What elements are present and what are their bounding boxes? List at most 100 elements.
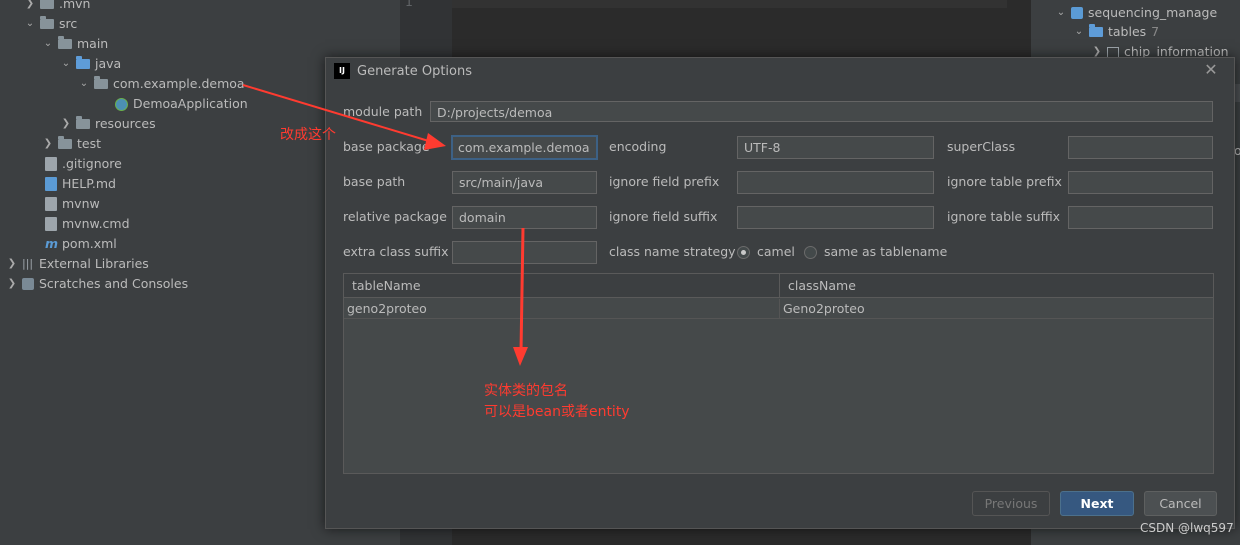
chevron-right-icon[interactable]: ❯ [61,114,71,134]
cancel-button[interactable]: Cancel [1144,491,1217,516]
tree-item-label: main [77,36,109,51]
close-icon[interactable]: ✕ [1201,60,1221,80]
folder-icon [40,16,54,29]
cmd-file-icon [45,217,57,231]
folder-icon [1089,24,1103,37]
intellij-logo-icon: IJ [334,63,350,79]
ignore-table-suffix-field[interactable] [1068,206,1213,229]
ignore-field-prefix-label: ignore field prefix [609,174,720,189]
db-tables-node[interactable]: ⌄ tables 7 [1074,22,1159,42]
module-path-label: module path [343,104,423,119]
current-line-highlight [452,0,1007,8]
shell-file-icon [45,197,57,211]
tree-item-package[interactable]: ⌄ com.example.demoa [79,74,245,94]
dialog-titlebar[interactable]: IJ Generate Options ✕ [326,58,1234,86]
ignore-field-suffix-label: ignore field suffix [609,209,718,224]
tree-item-label: mvnw.cmd [62,216,130,231]
ignore-table-prefix-field[interactable] [1068,171,1213,194]
chevron-down-icon[interactable]: ⌄ [1074,22,1084,42]
markdown-file-icon [45,177,57,191]
superclass-field[interactable] [1068,136,1213,159]
column-header-tablename[interactable]: tableName [344,274,780,298]
tree-item-mvnw[interactable]: mvnw [45,194,100,214]
folder-icon [58,136,72,149]
camel-radio[interactable] [737,246,750,259]
encoding-label: encoding [609,139,667,154]
annotation-entity-package-line1: 实体类的包名 [484,383,568,399]
resources-folder-icon [76,116,90,129]
extra-class-suffix-label: extra class suffix [343,244,449,259]
chevron-down-icon[interactable]: ⌄ [25,14,35,34]
generate-options-dialog: IJ Generate Options ✕ module path D:/pro… [325,57,1235,529]
tree-item-pom-xml[interactable]: m pom.xml [45,234,117,254]
tree-item-label: resources [95,116,156,131]
annotation-entity-package-line2: 可以是bean或者entity [484,404,630,420]
tree-item-external-libraries[interactable]: ❯ ||| External Libraries [7,254,149,274]
extra-class-suffix-field[interactable] [452,241,597,264]
tree-item-label: mvnw [62,196,100,211]
source-folder-icon [76,56,90,69]
gitignore-file-icon [45,157,57,171]
tree-item-main[interactable]: ⌄ main [43,34,108,54]
tree-item-src[interactable]: ⌄ src [25,14,77,34]
tables-grid[interactable]: tableName className geno2proteo Geno2pro… [343,273,1214,474]
class-name-strategy-label: class name strategy [609,244,736,259]
relative-package-field[interactable]: domain [452,206,597,229]
dialog-title: Generate Options [357,64,473,79]
tree-item-label: External Libraries [39,256,149,271]
module-path-field[interactable]: D:/projects/demoa [430,101,1213,122]
base-path-field[interactable]: src/main/java [452,171,597,194]
tree-item-demoa-application[interactable]: DemoaApplication [115,94,248,114]
schema-label: sequencing_manage [1088,5,1218,20]
tree-item-test[interactable]: ❯ test [43,134,101,154]
base-path-label: base path [343,174,406,189]
next-button[interactable]: Next [1060,491,1134,516]
superclass-label: superClass [947,139,1016,154]
tree-item-java[interactable]: ⌄ java [61,54,121,74]
chevron-down-icon[interactable]: ⌄ [79,74,89,94]
schema-icon [1071,7,1083,19]
tree-item-resources[interactable]: ❯ resources [61,114,156,134]
tree-item-label: test [77,136,102,151]
relative-package-label: relative package [343,209,447,224]
base-package-label: base package [343,139,430,154]
tables-count: 7 [1151,24,1160,39]
folder-icon [58,36,72,49]
package-icon [94,76,108,89]
chevron-right-icon[interactable]: ❯ [43,134,53,154]
encoding-field[interactable]: UTF-8 [737,136,934,159]
chevron-right-icon[interactable]: ❯ [25,0,35,14]
line-number: 1 [405,0,413,9]
previous-button[interactable]: Previous [972,491,1050,516]
tree-item-mvnw-cmd[interactable]: mvnw.cmd [45,214,130,234]
column-header-classname[interactable]: className [780,274,1213,298]
tree-item-label: Scratches and Consoles [39,276,189,291]
ignore-table-prefix-label: ignore table prefix [947,174,1062,189]
table-cell-tablename[interactable]: geno2proteo [344,299,780,319]
chevron-down-icon[interactable]: ⌄ [61,54,71,74]
folder-icon [40,0,54,9]
tree-item-label: DemoaApplication [133,96,248,111]
chevron-right-icon[interactable]: ❯ [7,254,17,274]
table-cell-classname[interactable]: Geno2proteo [780,299,1213,319]
chevron-down-icon[interactable]: ⌄ [43,34,53,54]
tree-item-scratches[interactable]: ❯ Scratches and Consoles [7,274,188,294]
tree-item-gitignore[interactable]: .gitignore [45,154,122,174]
camel-radio-label[interactable]: camel [757,242,795,262]
tree-item-label: pom.xml [62,236,117,251]
same-as-tablename-radio-label[interactable]: same as tablename [824,242,947,262]
ignore-field-prefix-field[interactable] [737,171,934,194]
tree-item-help-md[interactable]: HELP.md [45,174,116,194]
watermark: CSDN @lwq597 [1140,521,1234,535]
same-as-tablename-radio[interactable] [804,246,817,259]
base-package-field[interactable]: com.example.demoa [451,135,598,160]
tree-item-label: HELP.md [62,176,116,191]
ignore-field-suffix-field[interactable] [737,206,934,229]
chevron-right-icon[interactable]: ❯ [7,274,17,294]
tree-item-label: java [95,56,122,71]
tree-item-mvn[interactable]: ❯ .mvn [25,0,90,14]
tables-label: tables [1108,24,1147,39]
tree-item-label: .mvn [59,0,91,11]
chevron-down-icon[interactable]: ⌄ [1056,3,1066,23]
db-schema-node[interactable]: ⌄ sequencing_manage [1056,3,1217,23]
